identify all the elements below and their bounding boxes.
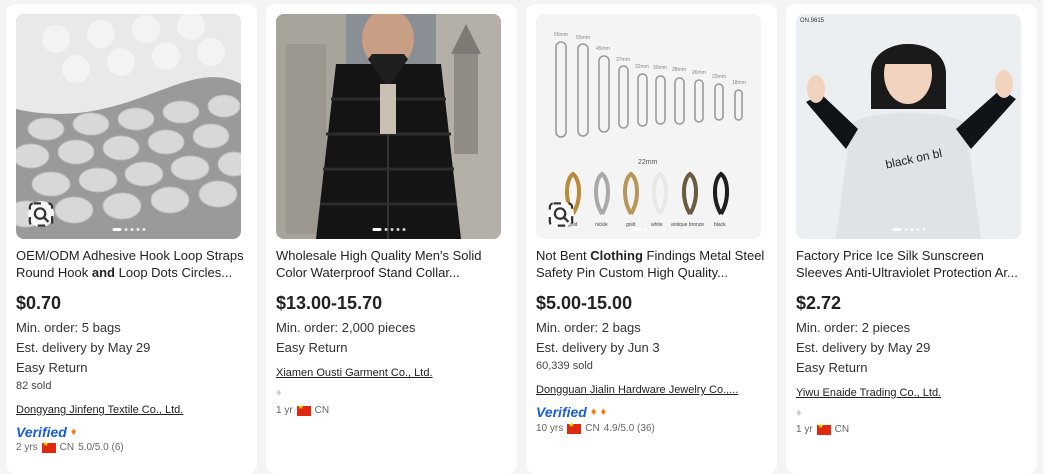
supplier-badges: ♦ [276,387,282,399]
product-title[interactable]: OEM/ODM Adhesive Hook Loop Straps Round … [16,247,248,281]
pin-color-label: nickle [595,222,608,228]
image-carousel-dots[interactable] [372,228,405,231]
product-card[interactable]: OEM/ODM Adhesive Hook Loop Straps Round … [6,4,257,474]
sold-count: 82 sold [16,380,52,392]
supplier-years: 2 yrs [16,442,38,453]
pin-size-label: 45mm [596,46,610,52]
product-price: $5.00-15.00 [536,293,633,313]
pin-size-label: 37mm [616,57,630,63]
supplier-link[interactable]: Xiamen Ousti Garment Co., Ltd. [276,367,512,379]
easy-return-label: Easy Return [276,340,348,355]
pin-size-label: 30mm [653,65,667,71]
china-flag-icon [41,440,56,453]
diamond-icon: ♦ [600,406,607,418]
pin-size-label: 18mm [732,80,746,86]
sun-sleeves-photo: ON.9615 black on bl [796,14,1021,239]
supplier-years: 1 yr [276,405,293,416]
easy-return-label: Easy Return [16,360,88,375]
pin-color-label: antique bronze [671,222,704,228]
product-card[interactable]: Wholesale High Quality Men's Solid Color… [266,4,517,474]
verified-label: Verified [536,404,587,420]
product-price: $0.70 [16,293,62,313]
product-price: $13.00-15.70 [276,293,383,313]
supplier-rating: 5.0/5.0 (6) [78,442,124,453]
verified-label: Verified [16,424,67,440]
product-title[interactable]: Not Bent Clothing Findings Metal Steel S… [536,247,768,281]
pin-size-label: 22mm [712,74,726,80]
product-image[interactable] [276,14,501,239]
supplier-country: CN [834,424,850,435]
supplier-years: 10 yrs [536,423,564,434]
supplier-link[interactable]: Yiwu Enaide Trading Co., Ltd. [796,387,1032,399]
pin-size-label: 55mm [576,35,590,41]
delivery-estimate: Est. delivery by May 29 [796,340,931,355]
supplier-country: CN [585,423,600,434]
sold-count: 60,339 sold [536,360,593,372]
product-image[interactable]: ON.9615 black on bl [796,14,1021,239]
china-flag-icon [296,403,311,416]
pin-color-label: black [714,222,726,228]
supplier-meta: 2 yrs CN5.0/5.0 (6) [16,440,124,454]
china-flag-icon [816,422,831,435]
image-search-icon[interactable] [28,201,54,227]
min-order: Min. order: 2,000 pieces [276,320,416,335]
pin-size-label: 55mm [554,32,568,38]
supplier-link[interactable]: Dongyang Jinfeng Textile Co., Ltd. [16,404,252,416]
china-flag-icon [567,421,582,434]
product-image[interactable]: 55mm 55mm 45mm 37mm 32mm 30mm 28mm 26mm … [536,14,761,239]
product-price: $2.72 [796,293,842,313]
delivery-estimate: Est. delivery by Jun 3 [536,340,660,355]
image-carousel-dots[interactable] [112,228,145,231]
product-card[interactable]: ON.9615 black on bl Factory Price Ice Si… [786,4,1037,474]
supplier-meta: 1 yr CN [796,422,850,436]
image-carousel-dots[interactable] [632,228,665,231]
verified-badge: Verified ♦ [16,424,76,440]
supplier-link[interactable]: Dongguan Jialin Hardware Jewelry Co.,... [536,384,772,396]
image-search-icon[interactable] [548,201,574,227]
product-image[interactable] [16,14,241,239]
diamond-icon: ♦ [796,407,802,419]
min-order: Min. order: 2 bags [536,320,641,335]
diamond-icon: ♦ [590,406,597,418]
min-order: Min. order: 2 pieces [796,320,911,335]
pin-size-label: 26mm [692,70,706,76]
delivery-estimate: Est. delivery by May 29 [16,340,151,355]
supplier-meta: 1 yr CN [276,403,330,417]
product-card[interactable]: 55mm 55mm 45mm 37mm 32mm 30mm 28mm 26mm … [526,4,777,474]
puffer-coat-photo [276,14,501,239]
pin-size-label: 32mm [635,64,649,70]
supplier-country: CN [59,442,75,453]
supplier-years: 1 yr [796,424,813,435]
verified-badge: Verified ♦ ♦ [536,404,606,420]
product-code-label: ON.9615 [800,18,825,24]
supplier-badges: ♦ [796,407,802,419]
min-order: Min. order: 5 bags [16,320,121,335]
pin-size-center-label: 22mm [638,159,658,166]
supplier-meta: 10 yrs CN4.9/5.0 (36) [536,421,655,435]
easy-return-label: Easy Return [796,360,868,375]
diamond-icon: ♦ [276,387,282,399]
diamond-icon: ♦ [70,426,77,438]
image-carousel-dots[interactable] [892,228,925,231]
supplier-country: CN [314,405,330,416]
pin-size-label: 28mm [672,67,686,73]
product-grid: OEM/ODM Adhesive Hook Loop Straps Round … [0,0,1043,474]
supplier-rating: 4.9/5.0 (36) [603,423,655,434]
product-title[interactable]: Wholesale High Quality Men's Solid Color… [276,247,508,281]
product-title[interactable]: Factory Price Ice Silk Sunscreen Sleeves… [796,247,1028,281]
